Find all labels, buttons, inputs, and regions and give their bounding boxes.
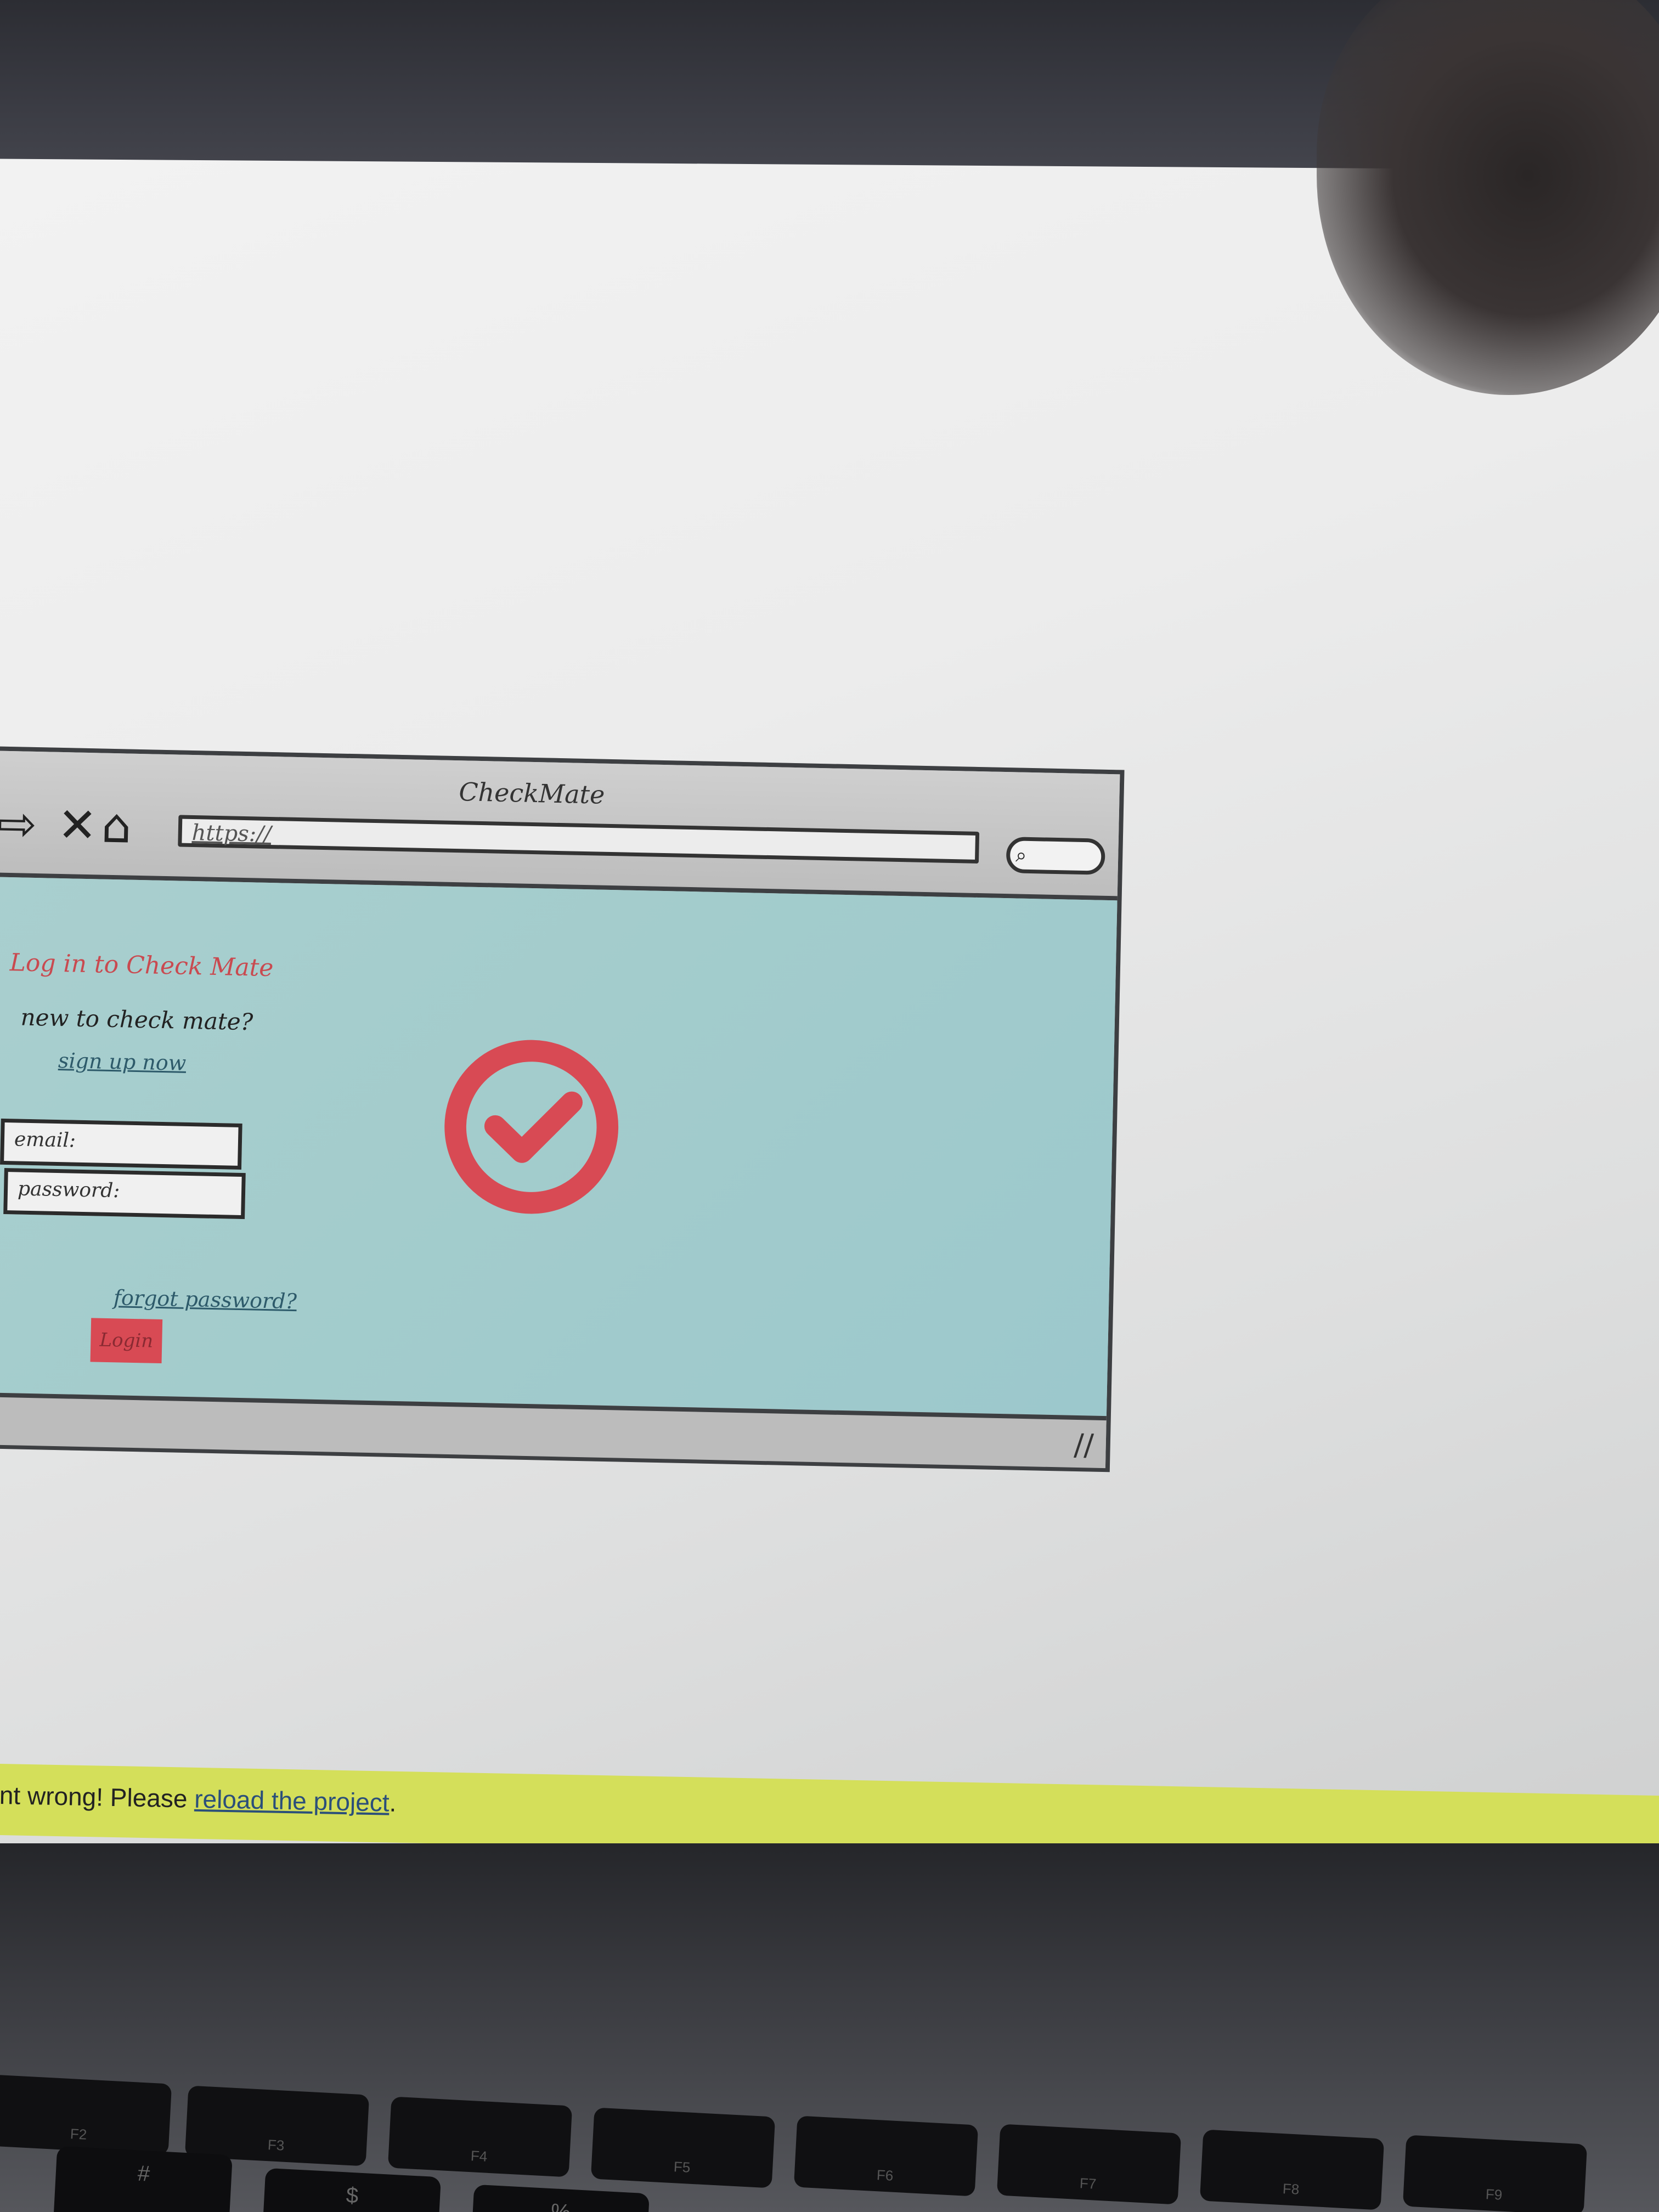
url-bar[interactable]: https:// (178, 815, 980, 864)
login-button[interactable]: Login (90, 1318, 163, 1364)
resize-handle-icon[interactable]: // (1074, 1427, 1094, 1463)
login-title: Log in to Check Mate (9, 949, 274, 983)
password-field[interactable]: password: (3, 1167, 246, 1220)
signup-link[interactable]: sign up now (58, 1048, 187, 1075)
search-button[interactable]: ⌕ (1006, 837, 1105, 875)
email-field[interactable]: email: (0, 1118, 242, 1170)
url-text: https:// (191, 820, 272, 848)
wireframe-toolbar: CheckMate ⇨ ✕ ⌂ https:// ⌕ (0, 751, 1120, 901)
key-f9: F9 (1402, 2135, 1588, 2212)
wireframe-browser-window: CheckMate ⇨ ✕ ⌂ https:// ⌕ Log in to Che… (0, 746, 1125, 1472)
key-f7: F7 (996, 2124, 1182, 2205)
new-user-prompt: new to check mate? (20, 1003, 253, 1036)
key-f2: F2 (0, 2074, 172, 2155)
key-f4: F4 (387, 2096, 573, 2177)
close-icon[interactable]: ✕ (57, 798, 98, 853)
key-hash: # (53, 2146, 233, 2212)
key-f8: F8 (1199, 2129, 1385, 2210)
home-icon[interactable]: ⌂ (101, 799, 132, 854)
photo-scene: CheckMate ⇨ ✕ ⌂ https:// ⌕ Log in to Che… (0, 0, 1659, 2212)
reload-project-link[interactable]: reload the project (194, 1785, 390, 1817)
window-title: CheckMate (458, 777, 605, 810)
banner-text: nt wrong! Please (0, 1780, 195, 1813)
banner-suffix: . (389, 1788, 397, 1817)
key-f6: F6 (793, 2115, 979, 2197)
key-f5: F5 (590, 2107, 776, 2188)
forgot-password-link[interactable]: forgot password? (114, 1285, 297, 1313)
search-icon: ⌕ (1015, 844, 1027, 867)
checkmark-logo-icon (444, 1040, 619, 1214)
wireframe-content: Log in to Check Mate new to check mate? … (0, 877, 1118, 1417)
banner-message: nt wrong! Please reload the project. (0, 1780, 397, 1818)
forward-arrow-icon[interactable]: ⇨ (0, 797, 37, 852)
